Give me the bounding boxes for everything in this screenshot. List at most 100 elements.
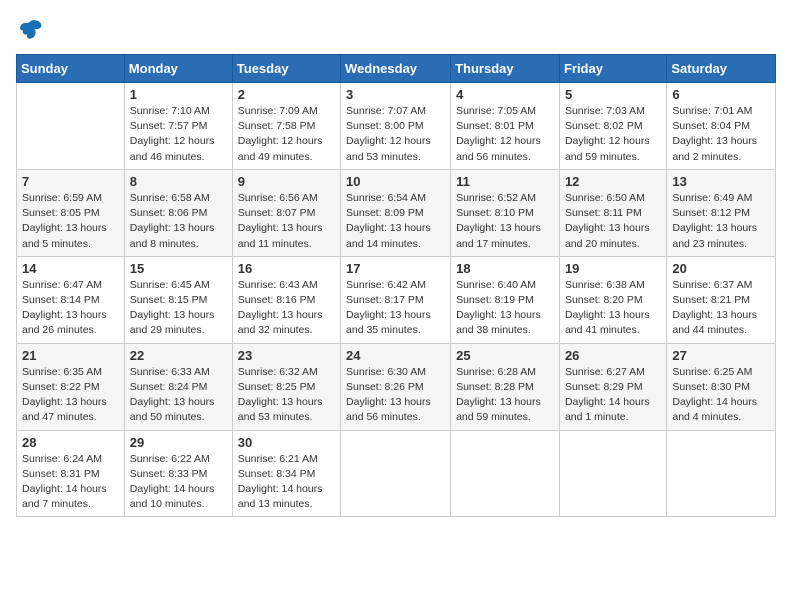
day-number: 13 — [672, 174, 770, 189]
calendar-cell: 25Sunrise: 6:28 AM Sunset: 8:28 PM Dayli… — [451, 343, 560, 430]
calendar-cell: 8 Sunrise: 6:58 AM Sunset: 8:06 PM Daylig… — [124, 169, 232, 256]
day-number: 8 — [130, 174, 227, 189]
day-info: Sunrise: 6:38 AM Sunset: 8:20 PM Dayligh… — [565, 278, 661, 339]
day-number: 30 — [238, 435, 335, 450]
day-number: 27 — [672, 348, 770, 363]
calendar-cell: 5 Sunrise: 7:03 AM Sunset: 8:02 PM Daylig… — [559, 83, 666, 170]
calendar-cell: 29 Sunrise: 6:22 AM Sunset: 8:33 PM Dayli… — [124, 430, 232, 517]
weekday-header-saturday: Saturday — [667, 55, 776, 83]
day-info: Sunrise: 6:27 AM Sunset: 8:29 PM Dayligh… — [565, 365, 661, 426]
day-number: 4 — [456, 87, 554, 102]
calendar-cell: 30 Sunrise: 6:21 AM Sunset: 8:34 PM Dayli… — [232, 430, 340, 517]
day-number: 22 — [130, 348, 227, 363]
day-info: Sunrise: 6:54 AM Sunset: 8:09 PM Dayligh… — [346, 191, 445, 252]
calendar-cell: 10 Sunrise: 6:54 AM Sunset: 8:09 PM Dayli… — [341, 169, 451, 256]
day-number: 26 — [565, 348, 661, 363]
calendar-cell: 19 Sunrise: 6:38 AM Sunset: 8:20 PM Dayli… — [559, 256, 666, 343]
day-info: Sunrise: 6:47 AM Sunset: 8:14 PM Dayligh… — [22, 278, 119, 339]
day-number: 11 — [456, 174, 554, 189]
day-info: Sunrise: 7:05 AM Sunset: 8:01 PM Dayligh… — [456, 104, 554, 165]
calendar-cell: 15Sunrise: 6:45 AM Sunset: 8:15 PM Dayli… — [124, 256, 232, 343]
calendar-cell — [667, 430, 776, 517]
day-number: 10 — [346, 174, 445, 189]
weekday-header-tuesday: Tuesday — [232, 55, 340, 83]
calendar-cell: 3 Sunrise: 7:07 AM Sunset: 8:00 PM Daylig… — [341, 83, 451, 170]
header — [16, 16, 776, 44]
day-info: Sunrise: 7:09 AM Sunset: 7:58 PM Dayligh… — [238, 104, 335, 165]
weekday-header-wednesday: Wednesday — [341, 55, 451, 83]
day-number: 23 — [238, 348, 335, 363]
calendar-cell: 14 Sunrise: 6:47 AM Sunset: 8:14 PM Dayli… — [17, 256, 125, 343]
day-number: 7 — [22, 174, 119, 189]
weekday-header-friday: Friday — [559, 55, 666, 83]
day-number: 15 — [130, 261, 227, 276]
calendar-header: SundayMondayTuesdayWednesdayThursdayFrid… — [17, 55, 776, 83]
weekday-header-row: SundayMondayTuesdayWednesdayThursdayFrid… — [17, 55, 776, 83]
calendar-cell — [17, 83, 125, 170]
calendar-cell: 21 Sunrise: 6:35 AM Sunset: 8:22 PM Dayli… — [17, 343, 125, 430]
calendar-cell: 26 Sunrise: 6:27 AM Sunset: 8:29 PM Dayli… — [559, 343, 666, 430]
day-info: Sunrise: 6:22 AM Sunset: 8:33 PM Dayligh… — [130, 452, 227, 513]
calendar-week-row: 14 Sunrise: 6:47 AM Sunset: 8:14 PM Dayli… — [17, 256, 776, 343]
calendar-cell: 11Sunrise: 6:52 AM Sunset: 8:10 PM Dayli… — [451, 169, 560, 256]
day-info: Sunrise: 6:59 AM Sunset: 8:05 PM Dayligh… — [22, 191, 119, 252]
calendar-week-row: 1 Sunrise: 7:10 AM Sunset: 7:57 PM Daylig… — [17, 83, 776, 170]
day-number: 20 — [672, 261, 770, 276]
day-info: Sunrise: 6:25 AM Sunset: 8:30 PM Dayligh… — [672, 365, 770, 426]
day-info: Sunrise: 6:43 AM Sunset: 8:16 PM Dayligh… — [238, 278, 335, 339]
calendar-cell: 18Sunrise: 6:40 AM Sunset: 8:19 PM Dayli… — [451, 256, 560, 343]
calendar-cell: 22 Sunrise: 6:33 AM Sunset: 8:24 PM Dayli… — [124, 343, 232, 430]
day-number: 1 — [130, 87, 227, 102]
day-info: Sunrise: 6:42 AM Sunset: 8:17 PM Dayligh… — [346, 278, 445, 339]
calendar-cell: 13Sunrise: 6:49 AM Sunset: 8:12 PM Dayli… — [667, 169, 776, 256]
day-number: 24 — [346, 348, 445, 363]
day-number: 18 — [456, 261, 554, 276]
day-info: Sunrise: 7:07 AM Sunset: 8:00 PM Dayligh… — [346, 104, 445, 165]
day-number: 3 — [346, 87, 445, 102]
day-number: 12 — [565, 174, 661, 189]
calendar-cell: 23 Sunrise: 6:32 AM Sunset: 8:25 PM Dayli… — [232, 343, 340, 430]
day-number: 2 — [238, 87, 335, 102]
day-info: Sunrise: 6:37 AM Sunset: 8:21 PM Dayligh… — [672, 278, 770, 339]
calendar-cell: 17 Sunrise: 6:42 AM Sunset: 8:17 PM Dayli… — [341, 256, 451, 343]
day-info: Sunrise: 6:58 AM Sunset: 8:06 PM Dayligh… — [130, 191, 227, 252]
day-number: 5 — [565, 87, 661, 102]
calendar-cell: 16 Sunrise: 6:43 AM Sunset: 8:16 PM Dayli… — [232, 256, 340, 343]
day-number: 19 — [565, 261, 661, 276]
weekday-header-thursday: Thursday — [451, 55, 560, 83]
weekday-header-sunday: Sunday — [17, 55, 125, 83]
calendar-week-row: 21 Sunrise: 6:35 AM Sunset: 8:22 PM Dayli… — [17, 343, 776, 430]
day-info: Sunrise: 6:50 AM Sunset: 8:11 PM Dayligh… — [565, 191, 661, 252]
calendar-cell: 9Sunrise: 6:56 AM Sunset: 8:07 PM Daylig… — [232, 169, 340, 256]
day-info: Sunrise: 6:32 AM Sunset: 8:25 PM Dayligh… — [238, 365, 335, 426]
calendar-week-row: 7 Sunrise: 6:59 AM Sunset: 8:05 PM Daylig… — [17, 169, 776, 256]
day-number: 6 — [672, 87, 770, 102]
calendar-cell: 20 Sunrise: 6:37 AM Sunset: 8:21 PM Dayli… — [667, 256, 776, 343]
calendar-cell — [451, 430, 560, 517]
day-info: Sunrise: 6:33 AM Sunset: 8:24 PM Dayligh… — [130, 365, 227, 426]
calendar-cell: 27 Sunrise: 6:25 AM Sunset: 8:30 PM Dayli… — [667, 343, 776, 430]
logo — [16, 16, 48, 44]
day-info: Sunrise: 7:03 AM Sunset: 8:02 PM Dayligh… — [565, 104, 661, 165]
weekday-header-monday: Monday — [124, 55, 232, 83]
calendar-cell: 12 Sunrise: 6:50 AM Sunset: 8:11 PM Dayli… — [559, 169, 666, 256]
day-number: 17 — [346, 261, 445, 276]
day-info: Sunrise: 6:21 AM Sunset: 8:34 PM Dayligh… — [238, 452, 335, 513]
day-info: Sunrise: 6:24 AM Sunset: 8:31 PM Dayligh… — [22, 452, 119, 513]
calendar-cell: 24 Sunrise: 6:30 AM Sunset: 8:26 PM Dayli… — [341, 343, 451, 430]
day-info: Sunrise: 6:35 AM Sunset: 8:22 PM Dayligh… — [22, 365, 119, 426]
calendar-cell: 28Sunrise: 6:24 AM Sunset: 8:31 PM Dayli… — [17, 430, 125, 517]
day-number: 21 — [22, 348, 119, 363]
calendar-cell — [559, 430, 666, 517]
calendar-cell: 2 Sunrise: 7:09 AM Sunset: 7:58 PM Daylig… — [232, 83, 340, 170]
day-info: Sunrise: 6:28 AM Sunset: 8:28 PM Dayligh… — [456, 365, 554, 426]
day-info: Sunrise: 7:10 AM Sunset: 7:57 PM Dayligh… — [130, 104, 227, 165]
day-number: 29 — [130, 435, 227, 450]
day-info: Sunrise: 6:56 AM Sunset: 8:07 PM Dayligh… — [238, 191, 335, 252]
day-info: Sunrise: 6:30 AM Sunset: 8:26 PM Dayligh… — [346, 365, 445, 426]
logo-bird-icon — [16, 16, 44, 44]
calendar-cell: 6Sunrise: 7:01 AM Sunset: 8:04 PM Daylig… — [667, 83, 776, 170]
day-number: 14 — [22, 261, 119, 276]
calendar-body: 1 Sunrise: 7:10 AM Sunset: 7:57 PM Daylig… — [17, 83, 776, 517]
day-number: 16 — [238, 261, 335, 276]
